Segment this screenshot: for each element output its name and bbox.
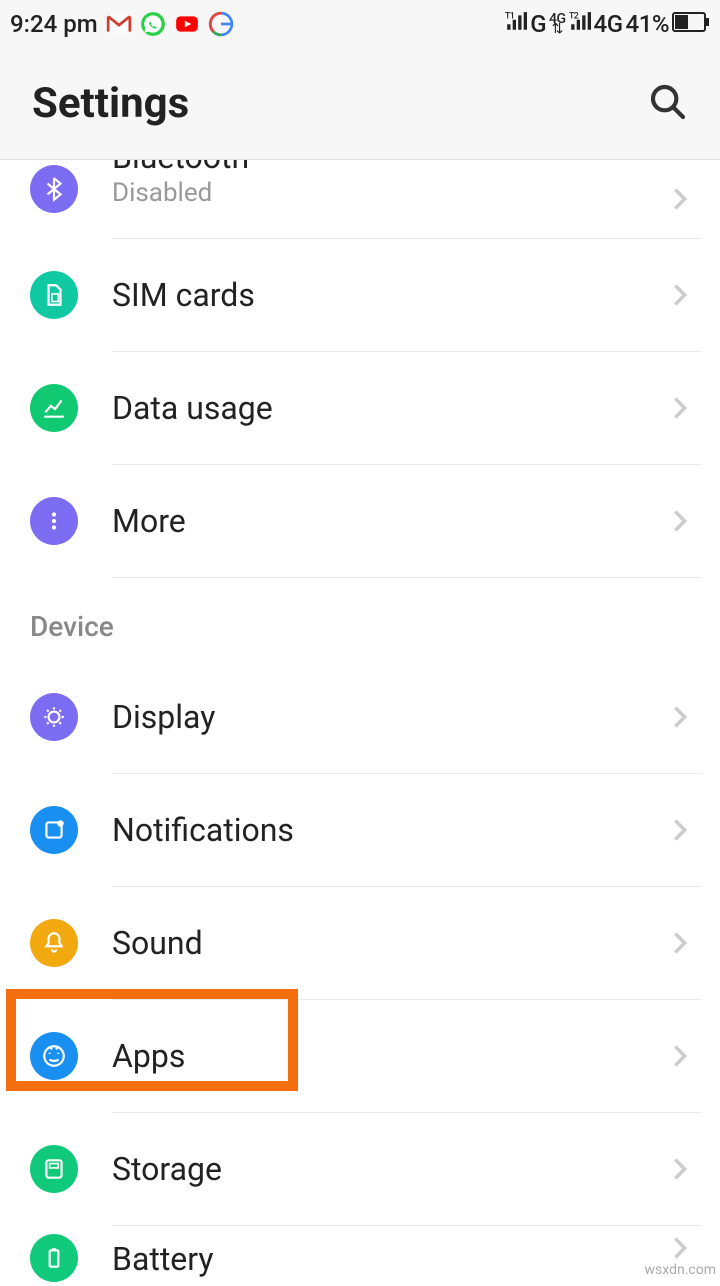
- status-time: 9:24 pm: [10, 10, 98, 38]
- more-icon: [30, 497, 78, 545]
- battery-icon: [672, 10, 710, 38]
- settings-item-more[interactable]: More: [0, 465, 720, 577]
- status-bar: 9:24 pm T1 G 4G⇅ T2 4G 41%: [0, 0, 720, 48]
- item-title: SIM cards: [112, 276, 666, 314]
- search-button[interactable]: [648, 82, 688, 126]
- chevron-right-icon: [666, 394, 694, 422]
- signal-4g-small: 4G⇅: [549, 14, 566, 34]
- settings-item-notifications[interactable]: Notifications: [0, 774, 720, 886]
- chevron-right-icon: [666, 1042, 694, 1070]
- signal-g-label: G: [530, 10, 546, 38]
- item-title: More: [112, 502, 666, 540]
- watermark: wsxdn.com: [645, 1262, 716, 1278]
- brightness-icon: [30, 693, 78, 741]
- settings-item-sound[interactable]: Sound: [0, 887, 720, 999]
- whatsapp-icon: [140, 11, 166, 37]
- header: Settings: [0, 48, 720, 160]
- chevron-right-icon: [666, 703, 694, 731]
- settings-item-display[interactable]: Display: [0, 661, 720, 773]
- chevron-right-icon: [666, 185, 694, 213]
- svg-text:T2: T2: [569, 12, 579, 22]
- item-title: Data usage: [112, 389, 666, 427]
- item-title: Notifications: [112, 811, 666, 849]
- search-icon: [648, 82, 688, 122]
- signal-4g-label: 4G: [594, 10, 623, 38]
- battery-settings-icon: [30, 1234, 78, 1282]
- settings-item-storage[interactable]: Storage: [0, 1113, 720, 1225]
- item-title: Battery: [112, 1240, 666, 1278]
- storage-icon: [30, 1145, 78, 1193]
- item-title: Display: [112, 698, 666, 736]
- item-subtitle: Disabled: [112, 178, 666, 208]
- google-icon: [208, 11, 234, 37]
- bell-icon: [30, 919, 78, 967]
- notification-icon: [30, 806, 78, 854]
- item-title: Storage: [112, 1150, 666, 1188]
- sim-icon: [30, 271, 78, 319]
- item-title: Apps: [112, 1037, 666, 1075]
- settings-item-sim[interactable]: SIM cards: [0, 239, 720, 351]
- youtube-icon: [174, 11, 200, 37]
- chevron-right-icon: [666, 1234, 694, 1262]
- section-device: Device: [0, 578, 720, 661]
- chevron-right-icon: [666, 281, 694, 309]
- signal-icon-2: T2: [569, 10, 591, 38]
- signal-icon: T1: [505, 10, 527, 38]
- battery-pct: 41%: [626, 10, 669, 38]
- apps-icon: [30, 1032, 78, 1080]
- chevron-right-icon: [666, 816, 694, 844]
- bluetooth-icon: [30, 165, 78, 213]
- settings-list: Bluetooth Disabled SIM cards Data usage …: [0, 160, 720, 1286]
- chevron-right-icon: [666, 929, 694, 957]
- item-title: Sound: [112, 924, 666, 962]
- settings-item-battery[interactable]: Battery: [0, 1226, 720, 1286]
- chevron-right-icon: [666, 507, 694, 535]
- gmail-icon: [106, 11, 132, 37]
- settings-item-bluetooth[interactable]: Bluetooth Disabled: [0, 160, 720, 238]
- settings-item-data-usage[interactable]: Data usage: [0, 352, 720, 464]
- item-title: Bluetooth: [112, 160, 666, 176]
- chart-icon: [30, 384, 78, 432]
- page-title: Settings: [32, 79, 189, 128]
- svg-text:T1: T1: [505, 12, 514, 22]
- settings-item-apps[interactable]: Apps: [0, 1000, 720, 1112]
- chevron-right-icon: [666, 1155, 694, 1183]
